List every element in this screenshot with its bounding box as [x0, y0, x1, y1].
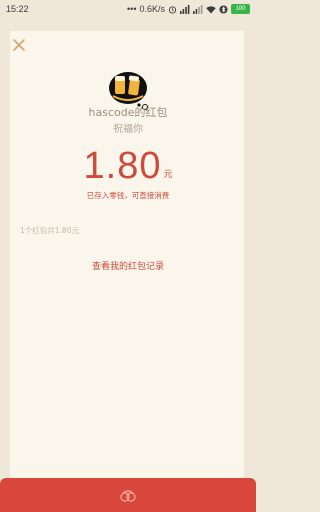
view-records-link[interactable]: 查看我的红包记录: [0, 259, 256, 272]
network-speed: 0.6K/s: [139, 4, 165, 14]
status-time: 15:22: [6, 4, 29, 14]
packet-summary: 1个红包共1.80元: [20, 226, 79, 235]
status-bar: 15:22 ••• 0.6K/s 100: [0, 0, 256, 18]
status-dots: •••: [127, 4, 137, 14]
footer-logo-icon: [120, 490, 136, 502]
sender-name: hascode的红包: [88, 106, 168, 119]
amount-unit: 元: [163, 170, 173, 180]
wifi-icon: [206, 5, 216, 13]
amount-value: 1.80: [83, 145, 162, 187]
signal-icon: [180, 4, 190, 14]
signal-icon-2: [193, 4, 203, 14]
deposit-note[interactable]: 已存入零钱，可直接消费: [0, 190, 256, 201]
close-icon[interactable]: [12, 38, 26, 52]
amount-display: 1.80 元: [0, 146, 256, 186]
greeting-text: 祝福你: [113, 124, 143, 135]
bluetooth-icon: [219, 4, 228, 14]
status-icons: ••• 0.6K/s 100: [127, 4, 250, 14]
battery-icon: 100: [231, 4, 250, 14]
alarm-icon: [168, 5, 177, 14]
